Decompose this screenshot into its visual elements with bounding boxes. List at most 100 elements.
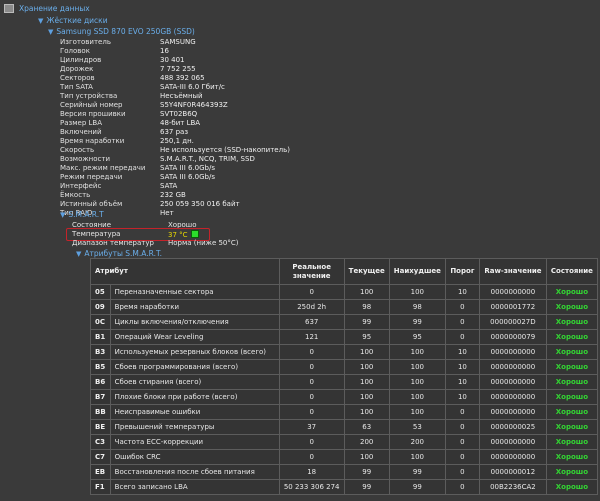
attr-raw-value: 0000000012 xyxy=(478,464,547,480)
property-value: SVT02B6Q xyxy=(160,110,198,118)
attr-raw-value: 0000000000 xyxy=(478,344,547,360)
col-header-attr[interactable]: Атрибут xyxy=(90,258,280,285)
attr-current: 100 xyxy=(343,374,390,390)
property-value: Нет xyxy=(160,209,174,217)
tree-smart-label: S.M.A.R.T xyxy=(68,210,104,219)
attr-real-value: 637 xyxy=(278,314,345,330)
attr-threshold: 0 xyxy=(444,419,480,435)
tree-node-drive[interactable]: ▼ Samsung SSD 870 EVO 250GB (SSD) xyxy=(48,27,195,36)
col-header-real[interactable]: Реальное значение xyxy=(278,258,345,285)
attr-threshold: 0 xyxy=(444,449,480,465)
chevron-down-icon[interactable]: ▼ xyxy=(38,17,43,25)
attr-name: Используемых резервных блоков (всего) xyxy=(109,344,280,360)
chevron-down-icon[interactable]: ▼ xyxy=(48,28,53,36)
attr-raw-value: 0000000000 xyxy=(478,284,547,300)
tree-disks-label: Жёсткие диски xyxy=(46,16,108,25)
property-key: Серийный номер xyxy=(60,101,123,109)
col-header-current[interactable]: Текущее xyxy=(343,258,390,285)
attr-real-value: 0 xyxy=(278,344,345,360)
storage-icon xyxy=(4,4,14,13)
attr-name: Превышений температуры xyxy=(109,419,280,435)
table-row[interactable]: 0C Циклы включения/отключения 637 99 99 0 0000… xyxy=(90,314,598,330)
property-value: SATA III 6.0Gb/s xyxy=(160,164,215,172)
attr-raw-value: 000000027D xyxy=(478,314,547,330)
attr-id: 05 xyxy=(90,284,111,300)
attr-id: 0C xyxy=(90,314,111,330)
property-key: Версия прошивки xyxy=(60,110,126,118)
property-value: 250,1 дн. xyxy=(160,137,194,145)
attr-current: 99 xyxy=(343,464,390,480)
attr-name: Неисправимые ошибки xyxy=(109,404,280,420)
tree-root[interactable]: Хранение данных xyxy=(4,4,90,13)
tree-drive-label: Samsung SSD 870 EVO 250GB (SSD) xyxy=(56,27,195,36)
attr-raw-value: 0000000025 xyxy=(478,419,547,435)
property-value: 48-бит LBA xyxy=(160,119,201,127)
property-key: Истинный объём xyxy=(60,200,123,208)
attr-name: Восстановления после сбоев питания xyxy=(109,464,280,480)
attr-threshold: 0 xyxy=(444,299,480,315)
attr-real-value: 37 xyxy=(278,419,345,435)
attr-real-value: 50 233 306 274 xyxy=(278,479,345,495)
attr-current: 100 xyxy=(343,284,390,300)
chevron-down-icon[interactable]: ▼ xyxy=(76,250,81,258)
tree-node-attrs[interactable]: ▼ Атрибуты S.M.A.R.T. xyxy=(76,249,162,258)
col-header-raw[interactable]: Raw-значение xyxy=(478,258,547,285)
table-row[interactable]: 05 Переназначенные сектора 0 100 100 10 000000… xyxy=(90,284,598,300)
attr-id: F1 xyxy=(90,479,111,495)
attr-name: Переназначенные сектора xyxy=(109,284,280,300)
tree-node-smart[interactable]: ▼ S.M.A.R.T xyxy=(60,210,104,219)
attr-raw-value: 0000000000 xyxy=(478,449,547,465)
table-row[interactable]: EB Восстановления после сбоев питания 18 99… xyxy=(90,464,598,480)
property-value: 30 401 xyxy=(160,56,185,64)
attr-raw-value: 00B2236CA2 xyxy=(478,479,547,495)
attr-current: 99 xyxy=(343,314,390,330)
table-row[interactable]: B6 Сбоев стирания (всего) 0 100 100 10 0000000… xyxy=(90,374,598,390)
property-key: Изготовитель xyxy=(60,38,111,46)
attr-worst: 53 xyxy=(388,419,446,435)
property-key: Секторов xyxy=(60,74,95,82)
property-key: Включений xyxy=(60,128,102,136)
col-header-threshold[interactable]: Порог xyxy=(444,258,480,285)
table-row[interactable]: C7 Ошибок CRC 0 100 100 0 0000000000 Хорошо xyxy=(90,449,598,465)
attr-id: B5 xyxy=(90,359,111,375)
attr-state: Хорошо xyxy=(545,374,598,390)
attr-current: 100 xyxy=(343,359,390,375)
attr-worst: 98 xyxy=(388,299,446,315)
table-row[interactable]: B1 Операций Wear Leveling 121 95 95 0 00000000… xyxy=(90,329,598,345)
table-row[interactable]: B5 Сбоев программирования (всего) 0 100 100 1… xyxy=(90,359,598,375)
attr-threshold: 10 xyxy=(444,374,480,390)
attr-name: Сбоев стирания (всего) xyxy=(109,374,280,390)
attr-name: Плохие блоки при работе (всего) xyxy=(109,389,280,405)
attr-state: Хорошо xyxy=(545,434,598,450)
attr-name: Частота ECC-коррекции xyxy=(109,434,280,450)
attr-worst: 99 xyxy=(388,314,446,330)
tree-node-disks[interactable]: ▼ Жёсткие диски xyxy=(38,16,108,25)
attr-real-value: 0 xyxy=(278,359,345,375)
table-row[interactable]: B7 Плохие блоки при работе (всего) 0 100 100… xyxy=(90,389,598,405)
table-row[interactable]: BB Неисправимые ошибки 0 100 100 0 0000000000 Х… xyxy=(90,404,598,420)
attr-name: Сбоев программирования (всего) xyxy=(109,359,280,375)
attr-worst: 99 xyxy=(388,464,446,480)
attr-threshold: 10 xyxy=(444,344,480,360)
attr-current: 99 xyxy=(343,479,390,495)
col-header-worst[interactable]: Наихудшее xyxy=(388,258,446,285)
attr-id: C7 xyxy=(90,449,111,465)
property-key: Скорость xyxy=(60,146,95,154)
attr-real-value: 0 xyxy=(278,434,345,450)
col-header-state[interactable]: Состояние xyxy=(545,258,598,285)
attr-threshold: 0 xyxy=(444,464,480,480)
attr-real-value: 0 xyxy=(278,449,345,465)
attr-raw-value: 0000000000 xyxy=(478,389,547,405)
table-row[interactable]: BE Превышений температуры 37 63 53 0 000000002… xyxy=(90,419,598,435)
smart-attributes-table: Атрибут Реальное значение Текущее Наихуд… xyxy=(90,258,598,495)
table-row[interactable]: F1 Всего записано LBA 50 233 306 274 99 99 0 0… xyxy=(90,479,598,495)
property-key: Время наработки xyxy=(60,137,125,145)
attr-id: B6 xyxy=(90,374,111,390)
property-key: Режим передачи xyxy=(60,173,123,181)
table-row[interactable]: B3 Используемых резервных блоков (всего) 0… xyxy=(90,344,598,360)
attr-current: 100 xyxy=(343,344,390,360)
table-row[interactable]: 09 Время наработки 250d 2h 98 98 0 0000001772 Х… xyxy=(90,299,598,315)
property-value: Не используется (SSD-накопитель) xyxy=(160,146,290,154)
chevron-down-icon[interactable]: ▼ xyxy=(60,211,65,219)
table-row[interactable]: C3 Частота ECC-коррекции 0 200 200 0 000000000… xyxy=(90,434,598,450)
